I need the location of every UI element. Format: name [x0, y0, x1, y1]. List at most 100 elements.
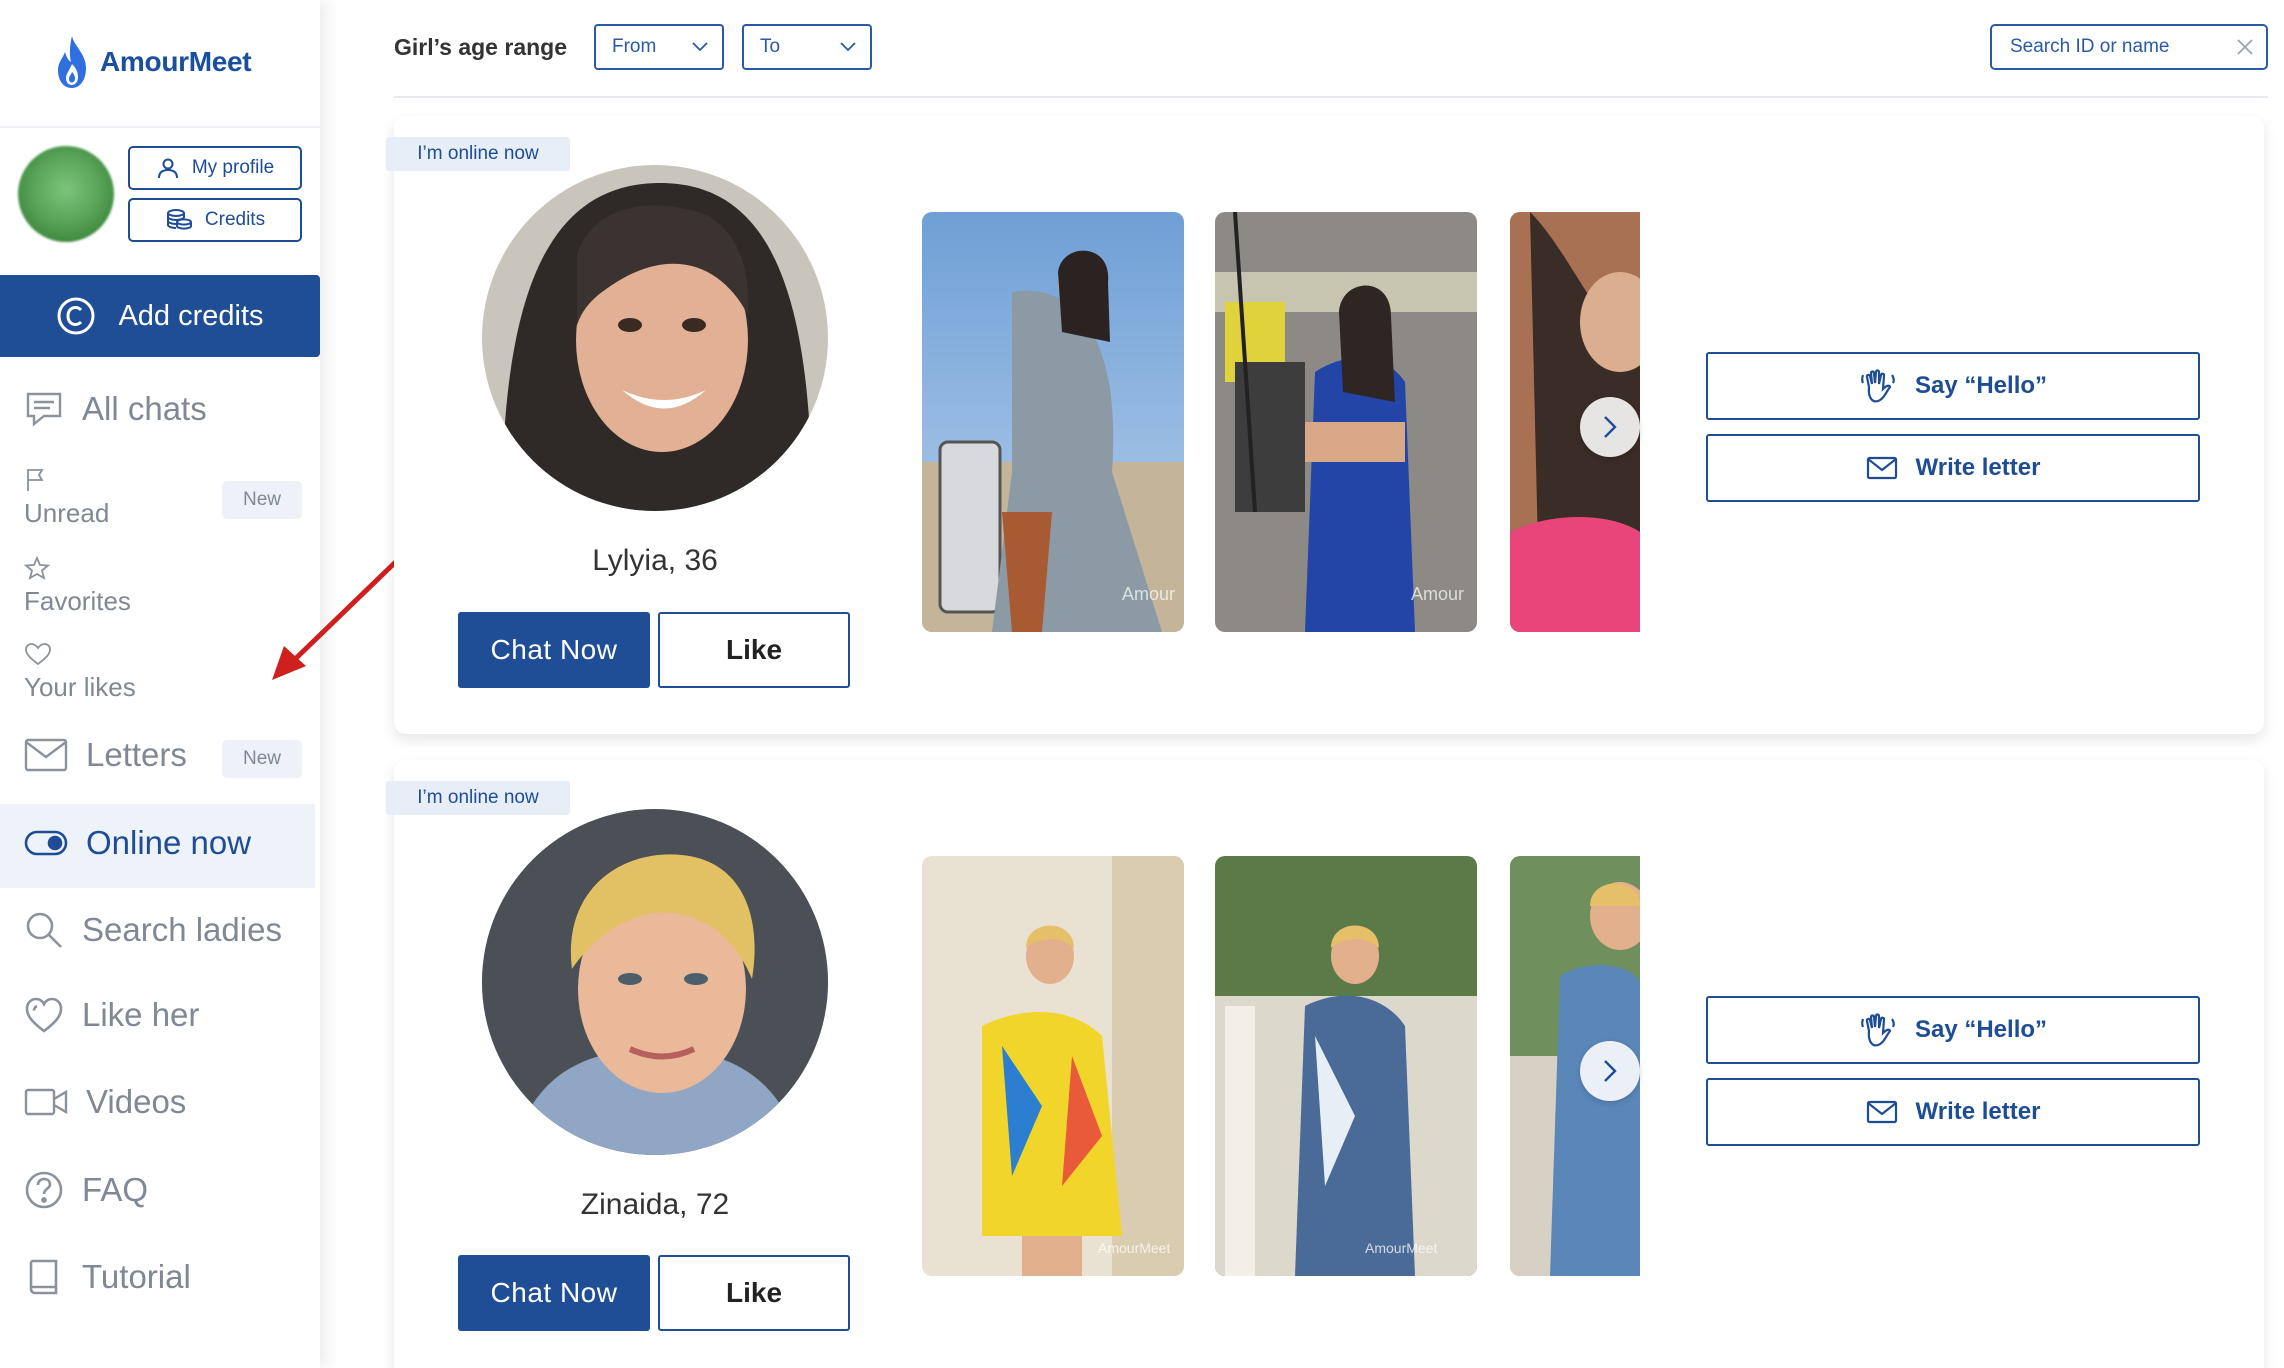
chat-bubble-icon	[26, 392, 62, 427]
watermark: Amour	[1122, 584, 1176, 604]
brand-name: AmourMeet	[100, 46, 252, 77]
gallery-photo[interactable]: AmourMeet	[922, 856, 1184, 1276]
write-letter-button[interactable]: Write letter	[1706, 1078, 2200, 1146]
chat-now-button[interactable]: Chat Now	[458, 1255, 650, 1331]
add-credits-button[interactable]: Add credits	[0, 275, 320, 357]
gallery-next-button[interactable]	[1580, 397, 1640, 457]
nav-item-videos[interactable]: Videos	[24, 1083, 186, 1121]
nav-label-tutorial: Tutorial	[82, 1258, 191, 1295]
write-letter-label: Write letter	[1915, 1098, 2041, 1125]
nav-label-search-ladies: Search ladies	[82, 911, 282, 948]
watermark: AmourMeet	[1098, 1240, 1171, 1256]
write-letter-label: Write letter	[1915, 454, 2041, 481]
search-placeholder: Search ID or name	[2010, 36, 2170, 57]
nav-item-letters[interactable]: Letters	[24, 736, 187, 774]
book-icon	[29, 1259, 58, 1295]
credit-coin-icon	[57, 297, 95, 335]
nav-label-your-likes: Your likes	[24, 672, 136, 702]
profile-name: Zinaida, 72	[580, 1188, 730, 1221]
chat-now-button[interactable]: Chat Now	[458, 612, 650, 688]
profile-photo[interactable]	[482, 165, 828, 511]
unread-new-badge: New	[222, 481, 302, 519]
nav-item-favorites[interactable]: Favorites	[24, 556, 131, 617]
chevron-right-icon	[1604, 1060, 1617, 1082]
nav-label-faq: FAQ	[82, 1171, 149, 1208]
like-button[interactable]: Like	[658, 1255, 850, 1331]
say-hello-button[interactable]: Say “Hello”	[1706, 352, 2200, 420]
gallery-next-button[interactable]	[1580, 1041, 1640, 1101]
my-profile-button[interactable]: My profile	[128, 146, 302, 190]
gallery-image	[922, 212, 1184, 632]
profile-photo[interactable]	[482, 809, 828, 1155]
nav-label-letters: Letters	[86, 736, 187, 773]
nav-item-like-her[interactable]: Like her	[24, 996, 199, 1034]
age-to-value: To	[760, 36, 781, 57]
envelope-icon	[1866, 1100, 1897, 1124]
question-circle-icon	[25, 1171, 63, 1209]
envelope-icon	[24, 738, 68, 772]
nav-label-all-chats: All chats	[82, 390, 207, 427]
nav-item-all-chats[interactable]: All chats	[24, 390, 207, 428]
coins-icon	[166, 209, 192, 230]
avatar[interactable]	[18, 146, 114, 242]
age-from-select[interactable]: From	[594, 24, 724, 70]
add-credits-label: Add credits	[118, 299, 264, 332]
waving-hand-icon	[1861, 369, 1895, 403]
waving-hand-icon	[1861, 1013, 1895, 1047]
credits-label: Credits	[204, 209, 266, 230]
filter-divider	[394, 96, 2268, 98]
profile-photo-image	[482, 809, 828, 1155]
clear-icon[interactable]	[2236, 38, 2254, 56]
profile-name: Lylyia, 36	[592, 544, 718, 577]
online-badge: I’m online now	[386, 137, 570, 171]
credits-button[interactable]: Credits	[128, 198, 302, 242]
nav-item-online-now[interactable]: Online now	[24, 824, 251, 862]
gallery-image	[1215, 856, 1477, 1276]
letters-new-badge: New	[222, 740, 302, 778]
gallery-photo[interactable]: Amour	[922, 212, 1184, 632]
heart-icon	[25, 997, 63, 1033]
watermark: Amour	[1411, 584, 1465, 604]
heart-outline-icon	[25, 643, 51, 666]
nav-item-your-likes[interactable]: Your likes	[24, 642, 136, 703]
profile-photo-image	[482, 165, 828, 511]
toggle-icon	[24, 830, 68, 856]
chevron-down-icon	[692, 42, 708, 52]
nav-label-like-her: Like her	[82, 996, 200, 1033]
nav-label-videos: Videos	[86, 1083, 187, 1120]
star-icon	[24, 556, 50, 580]
gallery-photo[interactable]: AmourMeet	[1215, 856, 1477, 1276]
nav-label-favorites: Favorites	[24, 586, 131, 616]
sidebar-divider	[0, 126, 320, 128]
age-from-value: From	[612, 36, 657, 57]
flame-logo-icon	[58, 36, 86, 88]
brand-logo[interactable]: AmourMeet	[52, 34, 252, 90]
nav-item-search-ladies[interactable]: Search ladies	[24, 910, 282, 950]
search-icon	[26, 912, 62, 948]
online-badge: I’m online now	[386, 781, 570, 815]
like-button[interactable]: Like	[658, 612, 850, 688]
gallery-photo[interactable]: Amour	[1215, 212, 1477, 632]
write-letter-button[interactable]: Write letter	[1706, 434, 2200, 502]
nav-label-online-now: Online now	[86, 824, 252, 861]
video-camera-icon	[24, 1088, 68, 1116]
nav-item-faq[interactable]: FAQ	[24, 1170, 148, 1210]
chevron-right-icon	[1604, 416, 1617, 438]
my-profile-label: My profile	[191, 157, 275, 178]
gallery-image	[1215, 212, 1477, 632]
nav-label-unread: Unread	[24, 498, 110, 528]
envelope-icon	[1866, 456, 1897, 480]
nav-item-tutorial[interactable]: Tutorial	[24, 1257, 191, 1297]
say-hello-label: Say “Hello”	[1914, 372, 2048, 399]
watermark: AmourMeet	[1365, 1240, 1438, 1256]
search-input[interactable]: Search ID or name	[1990, 24, 2268, 70]
flag-icon	[27, 469, 44, 491]
nav-item-unread[interactable]: Unread	[24, 468, 109, 529]
age-range-label: Girl’s age range	[394, 34, 567, 60]
user-icon	[157, 158, 178, 179]
age-to-select[interactable]: To	[742, 24, 872, 70]
say-hello-label: Say “Hello”	[1914, 1016, 2048, 1043]
say-hello-button[interactable]: Say “Hello”	[1706, 996, 2200, 1064]
chevron-down-icon	[840, 42, 856, 52]
gallery-image	[922, 856, 1184, 1276]
